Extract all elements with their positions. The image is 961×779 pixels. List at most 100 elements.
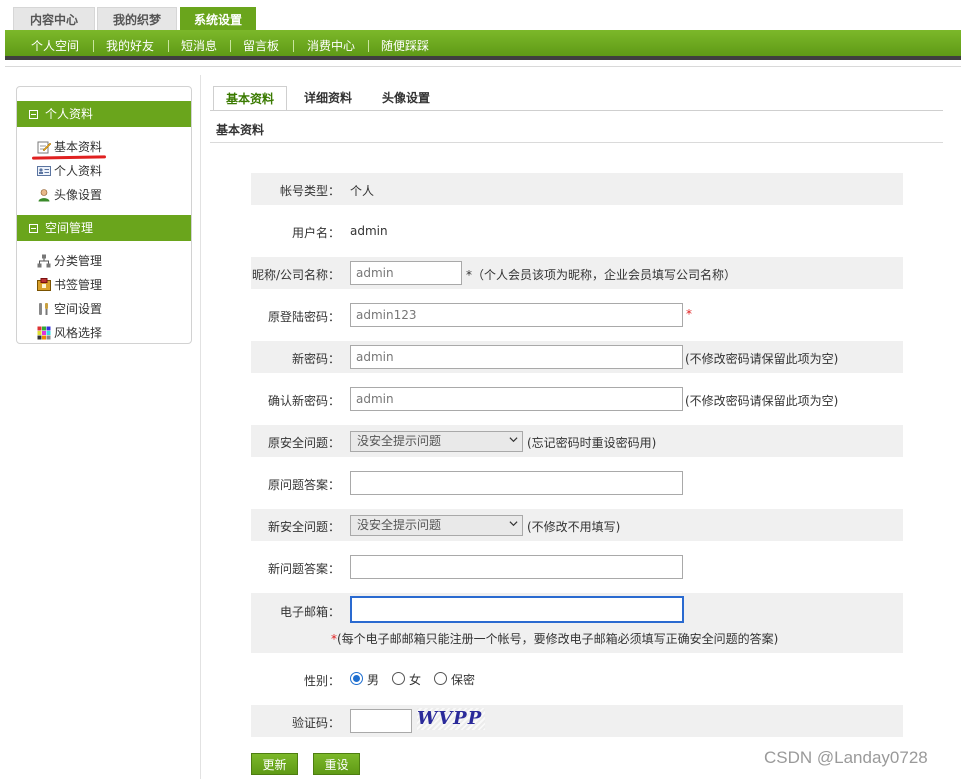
email-hint-row: *(每个电子邮邮箱只能注册一个帐号，要修改电子邮箱必须填写正确安全问题的答案) [331,630,778,647]
tab-underline [210,110,943,111]
email-input[interactable] [350,596,684,623]
subnav-divider [168,40,169,52]
sidebar-item-space-settings[interactable]: 空间设置 [37,300,102,318]
old-password-row: 原登陆密码： admin123 * [251,299,903,331]
sidebar-item-label: 个人资料 [54,164,103,178]
palette-grid-icon [37,326,51,340]
tab-content-center[interactable]: 内容中心 [13,7,95,31]
new-password-hint: (不修改密码请保留此项为空) [685,352,839,366]
old-question-select[interactable]: 没安全提示问题 [350,431,523,452]
sidebar-group-profile[interactable]: 个人资料 [17,101,191,127]
account-type-row: 帐号类型： 个人 [251,173,903,205]
email-hint: (每个电子邮邮箱只能注册一个帐号，要修改电子邮箱必须填写正确安全问题的答案) [337,632,779,646]
tab-system-settings[interactable]: 系统设置 [180,7,256,31]
sidebar-item-category-management[interactable]: 分类管理 [37,252,102,270]
hierarchy-icon [37,254,51,268]
new-question-label: 新安全问题： [267,520,340,534]
sidebar-item-label: 基本资料 [54,140,103,154]
old-password-label: 原登陆密码： [267,310,340,324]
new-answer-input[interactable] [350,555,683,579]
gender-female-label: 女 [409,673,422,687]
watermark: CSDN @Landay0728 [764,748,928,767]
collapse-icon[interactable] [29,224,38,233]
id-card-icon [37,166,51,176]
divider [5,66,961,67]
sidebar-group-label: 个人资料 [45,107,94,121]
username-row: 用户名： admin [251,215,903,247]
tab-my-dedecms[interactable]: 我的织梦 [97,7,177,31]
subnav-divider [93,40,94,52]
new-password-row: 新密码： admin (不修改密码请保留此项为空) [251,341,903,373]
gender-secret-label: 保密 [451,673,476,687]
email-row: 电子邮箱： *(每个电子邮邮箱只能注册一个帐号，要修改电子邮箱必须填写正确安全问… [251,593,903,653]
email-label: 电子邮箱： [279,605,340,619]
subnav-my-friends[interactable]: 我的好友 [106,30,154,60]
gender-radio-group: 男 女 保密 [350,672,510,688]
subnav-divider [230,40,231,52]
old-answer-label: 原问题答案： [267,478,340,492]
sidebar-item-label: 书签管理 [54,278,103,292]
gender-row: 性别： 男 女 保密 [251,663,903,695]
chevron-down-icon [509,521,518,527]
nickname-row: 昵称/公司名称： admin *（个人会员该项为昵称，企业会员填写公司名称） [251,257,903,289]
subnav-personal-space[interactable]: 个人空间 [31,30,79,60]
confirm-password-row: 确认新密码： admin (不修改密码请保留此项为空) [251,383,903,415]
section-title: 基本资料 [216,123,265,137]
collapse-icon[interactable] [29,110,38,119]
subnav-guestbook[interactable]: 留言板 [243,30,279,60]
captcha-input[interactable] [350,709,412,733]
new-password-label: 新密码： [291,352,340,366]
nickname-hint: *（个人会员该项为昵称，企业会员填写公司名称） [466,268,737,282]
sidebar-item-personal-info[interactable]: 个人资料 [37,162,102,180]
bookmark-icon [37,278,51,291]
sidebar-item-label: 空间设置 [54,302,103,316]
old-question-label: 原安全问题： [267,436,340,450]
captcha-image[interactable]: WVPP [417,708,485,730]
new-question-select[interactable]: 没安全提示问题 [350,515,523,536]
sidebar-item-bookmark-management[interactable]: 书签管理 [37,276,102,294]
new-password-input[interactable]: admin [350,345,683,369]
new-answer-row: 新问题答案： [251,551,903,583]
new-question-selected: 没安全提示问题 [357,518,442,532]
subnav-consumption[interactable]: 消费中心 [307,30,355,60]
sidebar: 个人资料 基本资料 个人资料 头像设置 空间管理 分类管理 书签管理 空间设置 … [16,86,192,344]
nickname-input[interactable]: admin [350,261,462,285]
sidebar-group-label: 空间管理 [45,221,94,235]
top-tab-bar: 内容中心 我的织梦 系统设置 [0,0,961,31]
subnav-divider [368,40,369,52]
account-type-value: 个人 [350,184,375,198]
gender-label: 性别： [303,674,340,688]
old-password-input[interactable]: admin123 [350,303,683,327]
subnav-random-browse[interactable]: 随便踩踩 [381,30,429,60]
update-button[interactable]: 更新 [251,753,298,775]
sidebar-item-label: 分类管理 [54,254,103,268]
sidebar-item-style-selection[interactable]: 风格选择 [37,324,102,342]
confirm-password-label: 确认新密码： [267,394,340,408]
sidebar-group-space-management[interactable]: 空间管理 [17,215,191,241]
sidebar-item-basic-info[interactable]: 基本资料 [37,138,102,156]
account-type-label: 帐号类型： [279,184,340,198]
required-mark: * [686,307,692,321]
gender-male-label: 男 [367,673,380,687]
confirm-password-hint: (不修改密码请保留此项为空) [685,394,839,408]
tab-detailed-info[interactable]: 详细资料 [295,86,361,111]
subnav-divider [293,40,294,52]
captcha-label: 验证码： [291,716,340,730]
gender-male-radio[interactable] [350,672,363,685]
confirm-password-input[interactable]: admin [350,387,683,411]
sub-navigation: 个人空间 我的好友 短消息 留言板 消费中心 随便踩踩 [5,30,961,60]
username-label: 用户名： [291,226,340,240]
sidebar-item-avatar-settings[interactable]: 头像设置 [37,186,102,204]
chevron-down-icon [509,437,518,443]
gender-female-radio[interactable] [392,672,405,685]
tab-basic-info[interactable]: 基本资料 [213,86,287,111]
subnav-messages[interactable]: 短消息 [181,30,217,60]
user-icon [38,189,50,202]
gender-secret-radio[interactable] [434,672,447,685]
old-question-hint: (忘记密码时重设密码用) [527,436,657,450]
tab-avatar-settings[interactable]: 头像设置 [373,86,439,111]
captcha-text: WVPP [417,708,483,729]
reset-button[interactable]: 重设 [313,753,360,775]
tools-icon [39,303,48,315]
old-answer-input[interactable] [350,471,683,495]
